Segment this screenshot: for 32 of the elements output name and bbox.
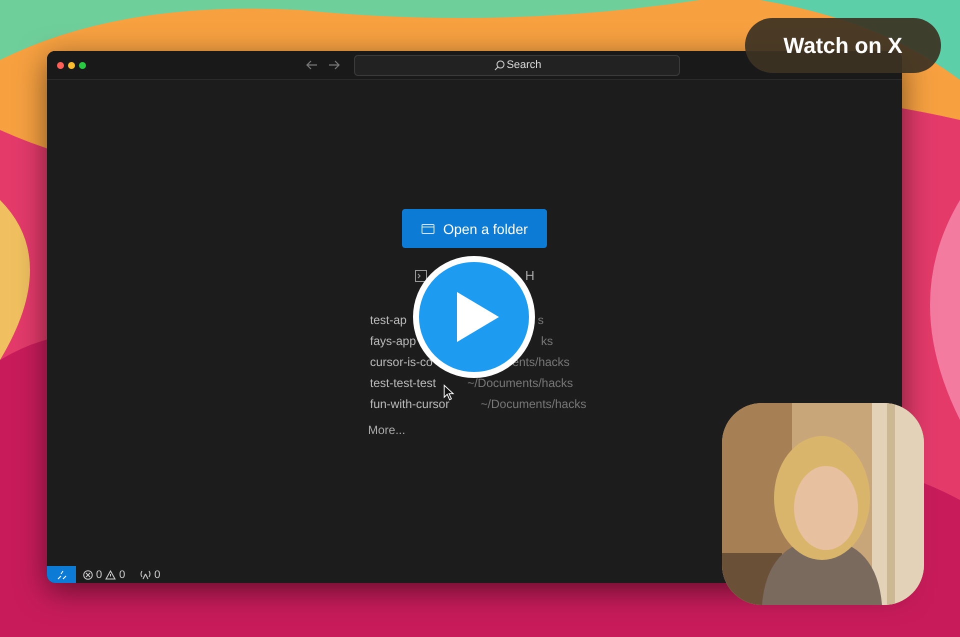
ssh-link[interactable]: H [525, 268, 534, 283]
terminal-icon [414, 270, 426, 282]
maximize-icon[interactable] [79, 62, 86, 68]
back-arrow-icon[interactable] [306, 59, 318, 71]
remote-icon [56, 570, 66, 580]
folder-icon [421, 222, 436, 234]
recent-project[interactable]: test-test-test [370, 376, 436, 390]
open-folder-button[interactable]: Open a folder [402, 209, 547, 248]
project-path: ~/Documents/hacks [480, 397, 586, 411]
ports-count[interactable]: 0 [154, 568, 160, 580]
watch-button[interactable]: Watch on X [745, 18, 941, 73]
project-path: ents/hacks [511, 355, 570, 369]
mouse-pointer-icon [443, 384, 455, 401]
project-path: ks [540, 334, 554, 348]
error-count[interactable]: 0 [96, 568, 102, 580]
remote-button[interactable] [47, 566, 76, 583]
search-field[interactable]: Search [354, 54, 680, 76]
close-icon[interactable] [57, 62, 64, 68]
recent-project[interactable]: fays-app [370, 334, 416, 348]
project-path: s [536, 313, 544, 327]
search-icon [494, 60, 505, 70]
minimize-icon[interactable] [68, 62, 75, 68]
antenna-icon [140, 570, 152, 580]
project-path: ~/Documents/hacks [466, 376, 574, 390]
more-link[interactable]: More... [368, 423, 586, 437]
recent-project[interactable]: cursor-is-co [370, 355, 433, 369]
forward-arrow-icon[interactable] [328, 59, 340, 71]
warning-count[interactable]: 0 [119, 568, 126, 580]
recent-project[interactable]: fun-with-cursor [370, 397, 450, 411]
warning-icon [105, 570, 116, 580]
error-icon [83, 570, 93, 580]
recent-project[interactable]: test-ap [370, 313, 407, 327]
